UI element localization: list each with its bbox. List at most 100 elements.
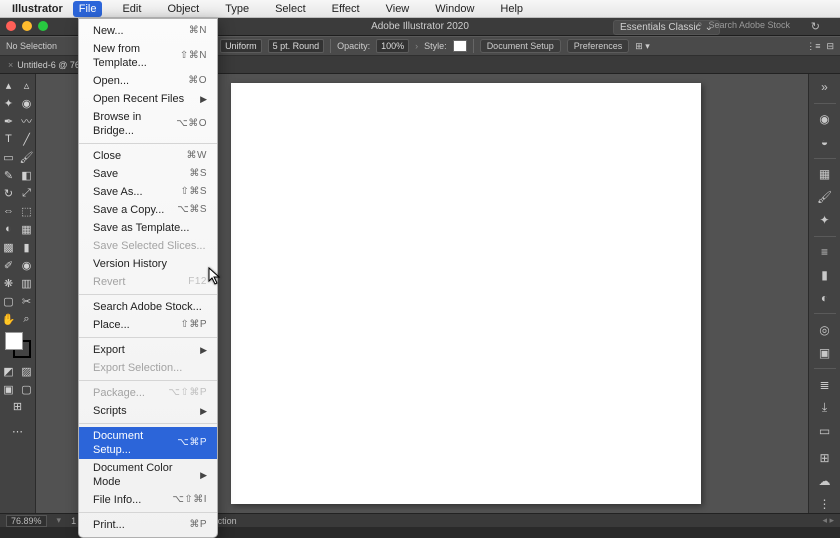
menu-item-save-as-template[interactable]: Save as Template... <box>79 219 217 237</box>
menu-help[interactable]: Help <box>494 1 529 17</box>
layers-panel-icon[interactable]: ≣ <box>814 375 836 394</box>
brush-select[interactable]: 5 pt. Round <box>268 39 325 53</box>
zoom-level[interactable]: 76.89% <box>6 515 47 527</box>
magic-wand-tool-icon[interactable]: ✦ <box>0 95 17 112</box>
symbol-sprayer-tool-icon[interactable]: ❋ <box>0 275 17 292</box>
stock-search[interactable]: ⌕ Search Adobe Stock <box>697 19 790 30</box>
menu-edit[interactable]: Edit <box>116 1 147 17</box>
hand-tool-icon[interactable]: ✋ <box>0 311 17 328</box>
menu-select[interactable]: Select <box>269 1 312 17</box>
sync-icon[interactable]: ↻ <box>811 20 820 33</box>
gradient-mode-icon[interactable]: ▨ <box>18 363 35 380</box>
document-setup-button[interactable]: Document Setup <box>480 39 561 53</box>
stroke-profile-select[interactable]: Uniform <box>220 39 262 53</box>
style-label: Style: <box>424 41 447 51</box>
shape-builder-tool-icon[interactable]: ◐ <box>0 221 17 238</box>
rectangle-tool-icon[interactable]: ▭ <box>0 149 17 166</box>
minimize-window-icon[interactable] <box>22 21 32 31</box>
style-swatch[interactable] <box>453 40 467 52</box>
arrange-icon[interactable]: ⊟ <box>826 41 834 52</box>
menu-item-close[interactable]: Close⌘W <box>79 147 217 165</box>
menu-item-save[interactable]: Save⌘S <box>79 165 217 183</box>
artboard-tool-icon[interactable]: ▢ <box>0 293 17 310</box>
slice-tool-icon[interactable]: ✂ <box>18 293 35 310</box>
menu-item-save-a-copy[interactable]: Save a Copy...⌥⌘S <box>79 201 217 219</box>
menu-item-open-recent-files[interactable]: Open Recent Files▶ <box>79 90 217 108</box>
gradient-tool-icon[interactable]: ▮ <box>18 239 35 256</box>
rotate-view[interactable]: 1 <box>71 516 76 526</box>
close-tab-icon[interactable]: × <box>8 60 13 70</box>
screen-mode-icon[interactable]: ⊞ <box>1 398 35 415</box>
menu-item-open[interactable]: Open...⌘O <box>79 72 217 90</box>
transparency-panel-icon[interactable]: ◐ <box>814 288 836 307</box>
width-tool-icon[interactable]: ⇔ <box>0 203 17 220</box>
mesh-tool-icon[interactable]: ▩ <box>0 239 17 256</box>
blend-tool-icon[interactable]: ◉ <box>18 257 35 274</box>
curvature-tool-icon[interactable]: 〰 <box>18 113 35 130</box>
rotate-tool-icon[interactable]: ↻ <box>0 185 17 202</box>
artboard[interactable] <box>231 83 701 504</box>
menu-item-print[interactable]: Print...⌘P <box>79 516 217 534</box>
menu-effect[interactable]: Effect <box>326 1 366 17</box>
menu-item-save-as[interactable]: Save As...⇧⌘S <box>79 183 217 201</box>
menu-item-document-setup[interactable]: Document Setup...⌥⌘P <box>79 427 217 459</box>
asset-export-panel-icon[interactable]: ⤓ <box>814 398 836 417</box>
color-panel-icon[interactable]: ◉ <box>814 110 836 129</box>
graphic-styles-panel-icon[interactable]: ▣ <box>814 343 836 362</box>
color-guide-panel-icon[interactable]: ◒ <box>814 133 836 152</box>
stroke-panel-icon[interactable]: ≡ <box>814 242 836 261</box>
color-mode-icon[interactable]: ◩ <box>0 363 17 380</box>
lasso-tool-icon[interactable]: ◉ <box>18 95 35 112</box>
menu-item-file-info[interactable]: File Info...⌥⇧⌘I <box>79 491 217 509</box>
direct-selection-tool-icon[interactable]: ▵ <box>18 77 35 94</box>
menu-object[interactable]: Object <box>161 1 205 17</box>
selection-tool-icon[interactable]: ▴ <box>0 77 17 94</box>
menu-file[interactable]: File <box>73 1 103 17</box>
menu-type[interactable]: Type <box>219 1 255 17</box>
artboards-panel-icon[interactable]: ▭ <box>814 421 836 440</box>
shaper-tool-icon[interactable]: ✎ <box>0 167 17 184</box>
menu-item-browse-in-bridge[interactable]: Browse in Bridge...⌥⌘O <box>79 108 217 140</box>
panel-toggle-icon[interactable]: ⋮≡ <box>806 41 820 52</box>
gradient-panel-icon[interactable]: ▮ <box>814 265 836 284</box>
brushes-panel-icon[interactable]: 🖌 <box>814 188 836 207</box>
menu-item-place[interactable]: Place...⇧⌘P <box>79 316 217 334</box>
draw-behind-icon[interactable]: ▢ <box>18 381 35 398</box>
menu-item-export[interactable]: Export▶ <box>79 341 217 359</box>
free-transform-tool-icon[interactable]: ⬚ <box>18 203 35 220</box>
pen-tool-icon[interactable]: ✒ <box>0 113 17 130</box>
draw-normal-icon[interactable]: ▣ <box>0 381 17 398</box>
graph-tool-icon[interactable]: ▥ <box>18 275 35 292</box>
css-panel-icon[interactable]: ⋮ <box>814 494 836 513</box>
close-window-icon[interactable] <box>6 21 16 31</box>
menu-item-scripts[interactable]: Scripts▶ <box>79 402 217 420</box>
menu-view[interactable]: View <box>380 1 416 17</box>
zoom-tool-icon[interactable]: ⌕ <box>18 311 35 328</box>
type-tool-icon[interactable]: T <box>0 131 17 148</box>
libraries-panel-icon[interactable]: ☁ <box>814 471 836 490</box>
opacity-input[interactable]: 100% <box>376 39 409 53</box>
align-icon[interactable]: ⊞ ▾ <box>635 41 650 52</box>
paintbrush-tool-icon[interactable]: 🖌 <box>18 149 35 166</box>
scale-tool-icon[interactable]: ⤢ <box>18 185 35 202</box>
preferences-button[interactable]: Preferences <box>567 39 630 53</box>
menu-window[interactable]: Window <box>429 1 480 17</box>
menu-item-new-from-template[interactable]: New from Template...⇧⌘N <box>79 40 217 72</box>
panel-menu-icon[interactable]: » <box>814 78 836 97</box>
maximize-window-icon[interactable] <box>38 21 48 31</box>
appearance-panel-icon[interactable]: ◎ <box>814 320 836 339</box>
symbols-panel-icon[interactable]: ✦ <box>814 211 836 230</box>
eyedropper-tool-icon[interactable]: ✐ <box>0 257 17 274</box>
menu-item-document-color-mode[interactable]: Document Color Mode▶ <box>79 459 217 491</box>
fill-stroke-control[interactable] <box>5 332 31 358</box>
swatches-panel-icon[interactable]: ▦ <box>814 165 836 184</box>
fill-color-icon[interactable] <box>5 332 23 350</box>
menu-item-version-history[interactable]: Version History <box>79 255 217 273</box>
perspective-tool-icon[interactable]: ▦ <box>18 221 35 238</box>
menu-item-new[interactable]: New...⌘N <box>79 22 217 40</box>
line-tool-icon[interactable]: ╱ <box>18 131 35 148</box>
edit-toolbar-icon[interactable]: ⋯ <box>1 423 35 440</box>
menu-item-search-adobe-stock[interactable]: Search Adobe Stock... <box>79 298 217 316</box>
eraser-tool-icon[interactable]: ◧ <box>18 167 35 184</box>
properties-panel-icon[interactable]: ⊞ <box>814 448 836 467</box>
